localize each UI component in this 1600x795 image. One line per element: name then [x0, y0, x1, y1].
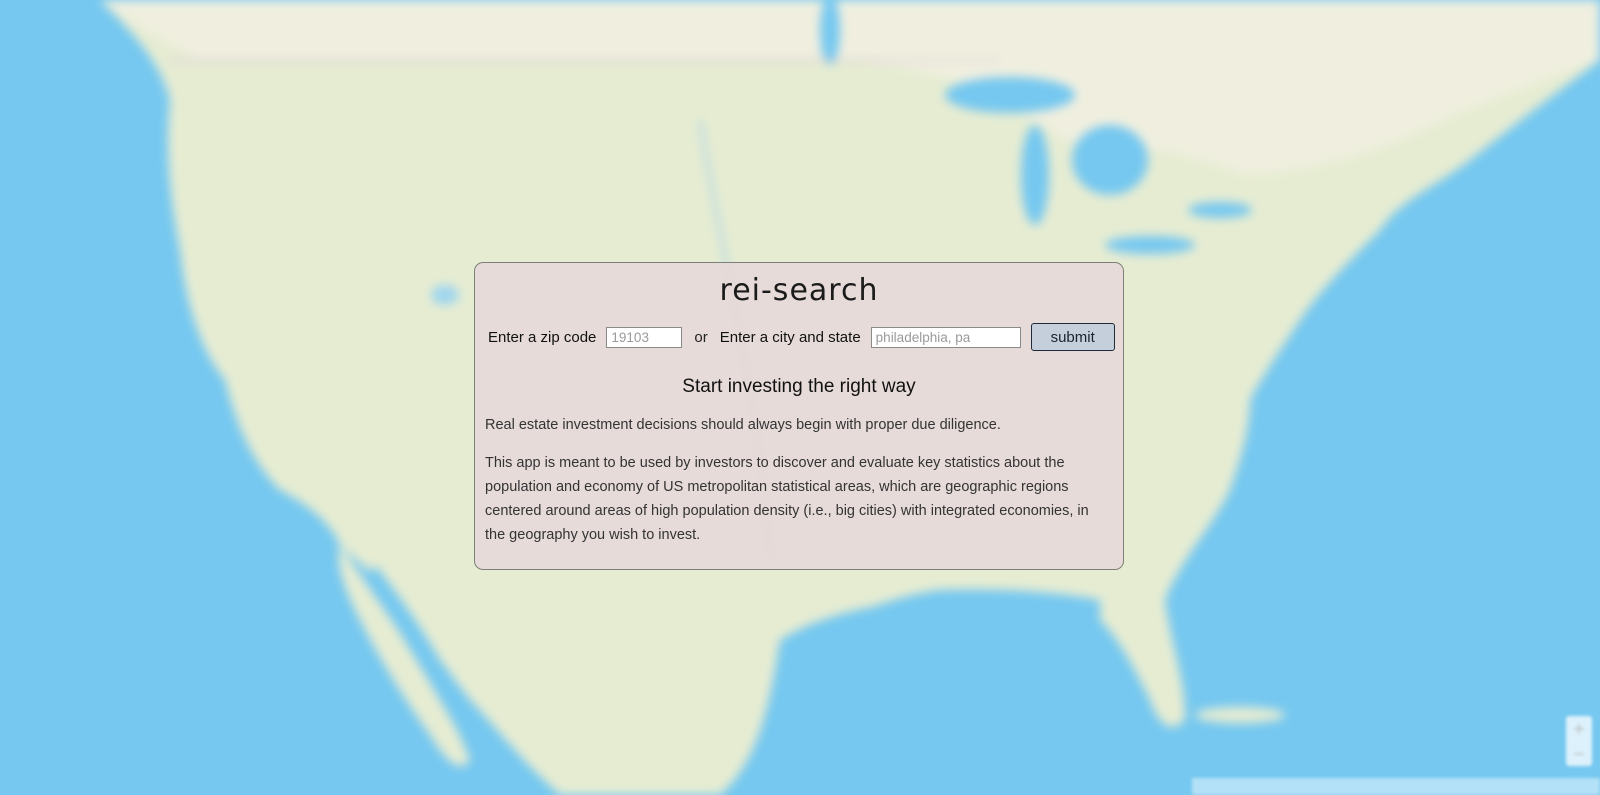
zip-input[interactable]	[606, 326, 683, 348]
city-state-label: Enter a city and state	[719, 328, 861, 346]
search-panel: rei-search Enter a zip code or Enter a c…	[474, 262, 1124, 570]
map-lake-huron	[1072, 125, 1148, 195]
plus-icon[interactable]: +	[1566, 716, 1592, 741]
map-lake-ontario	[1188, 202, 1252, 218]
submit-button[interactable]: submit	[1030, 323, 1115, 351]
map-land-cuba	[1195, 707, 1285, 723]
minus-icon[interactable]: −	[1566, 741, 1592, 766]
intro-paragraph-1: Real estate investment decisions should …	[485, 417, 1001, 433]
zip-label: Enter a zip code	[488, 328, 597, 346]
map-attribution	[1192, 778, 1600, 795]
map-lake-salt	[431, 285, 459, 305]
search-form: Enter a zip code or Enter a city and sta…	[488, 323, 1115, 351]
or-label: or	[694, 328, 708, 346]
brand-logo: rei-search	[719, 273, 879, 308]
map-lake-erie	[1105, 236, 1195, 254]
map-lake-superior	[945, 77, 1075, 113]
zoom-control[interactable]: + −	[1566, 716, 1592, 766]
intro-paragraph-2: This app is meant to be used by investor…	[485, 455, 1089, 543]
intro-headline: Start investing the right way	[682, 376, 916, 397]
map-lake-michigan	[1021, 125, 1049, 225]
city-state-input[interactable]	[870, 326, 1021, 348]
